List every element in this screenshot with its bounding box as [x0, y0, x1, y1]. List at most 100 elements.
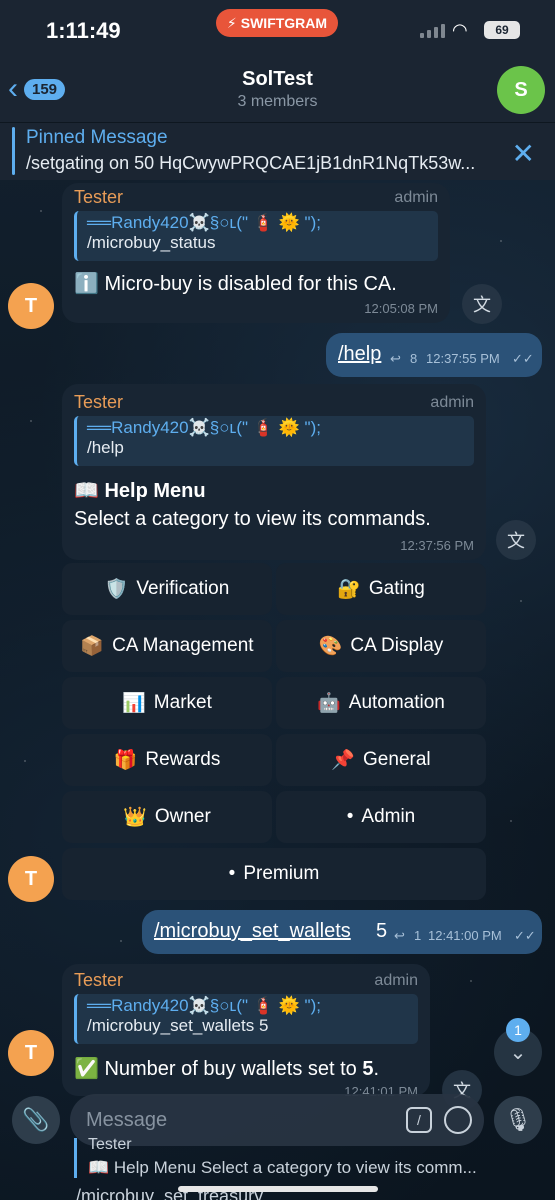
outgoing-message[interactable]: /help ↩ 8 12:37:55 PM ✓✓ [326, 333, 542, 377]
bullet-icon: • [228, 863, 236, 884]
sender-name[interactable]: Tester [74, 187, 123, 208]
signal-icon [420, 24, 445, 38]
message-time: 12:37:56 PM [400, 538, 474, 553]
kb-button-owner[interactable]: 👑 Owner [62, 791, 272, 843]
message-text[interactable]: /help [338, 343, 381, 366]
bullet-icon: • [346, 806, 354, 827]
lock-icon: 🔐 [337, 579, 361, 600]
bot-commands-icon[interactable]: / [406, 1107, 432, 1133]
chat-subtitle: 3 members [237, 93, 318, 110]
reply-count: 1 [414, 928, 422, 943]
bolt-icon: ⚡ [226, 14, 237, 31]
sender-role: admin [394, 189, 438, 206]
chart-icon: 📊 [122, 693, 146, 714]
reply-quote[interactable]: ══Randy420☠️§○ʟ(" 🧯 🌞 "); /help [74, 416, 474, 466]
translate-icon[interactable]: 文 [496, 520, 536, 560]
status-bar: 1:11:49 ⚡ SWIFTGRAM ◠ 69 [0, 0, 555, 60]
button-label: Verification [136, 578, 230, 599]
reply-name: ══Randy420☠️§○ʟ(" 🧯 🌞 "); [87, 213, 321, 232]
reply-name: ══Randy420☠️§○ʟ(" 🧯 🌞 "); [87, 418, 321, 437]
reply-quote[interactable]: ══Randy420☠️§○ʟ(" 🧯 🌞 "); /microbuy_stat… [74, 211, 438, 261]
avatar[interactable]: T [8, 283, 54, 329]
kb-button-general[interactable]: 📌 General [276, 734, 486, 786]
microphone-icon: 🎙 [504, 1107, 532, 1132]
kb-button-gating[interactable]: 🔐 Gating [276, 563, 486, 615]
message-bubble[interactable]: Tester admin ══Randy420☠️§○ʟ(" 🧯 🌞 "); /… [62, 384, 486, 560]
chat-title[interactable]: SolTest [0, 68, 555, 91]
close-icon[interactable]: ✕ [512, 137, 535, 170]
message-time: 12:37:55 PM [426, 351, 500, 366]
reply-arrow-icon: ↩ [394, 928, 405, 943]
outgoing-message[interactable]: /microbuy_set_wallets 5 ↩ 1 12:41:00 PM … [142, 910, 542, 954]
message-bubble[interactable]: Tester admin ══Randy420☠️§○ʟ(" 🧯 🌞 "); /… [62, 183, 450, 323]
avatar[interactable]: T [8, 1030, 54, 1076]
kb-button-premium[interactable]: • Premium [62, 848, 486, 900]
pinned-text: /setgating on 50 HqCwywPRQCAE1jB1dnR1NqT… [26, 153, 476, 173]
kb-button-rewards[interactable]: 🎁 Rewards [62, 734, 272, 786]
button-label: Premium [243, 863, 320, 884]
message-text[interactable]: /microbuy_set_wallets [154, 920, 351, 943]
swiftgram-label: SWIFTGRAM [240, 15, 328, 31]
wifi-icon: ◠ [452, 20, 468, 40]
kb-button-ca-display[interactable]: 🎨 CA Display [276, 620, 486, 672]
sender-name[interactable]: Tester [74, 970, 123, 991]
reply-name: ══Randy420☠️§○ʟ(" 🧯 🌞 "); [87, 996, 321, 1015]
button-label: Gating [368, 578, 425, 599]
reply-preview-name: Tester [88, 1136, 132, 1153]
message-text: Select a category to view its commands. [74, 508, 431, 530]
attach-button[interactable]: 📎 [12, 1096, 60, 1144]
kb-button-ca-management[interactable]: 📦 CA Management [62, 620, 272, 672]
group-avatar[interactable]: S [497, 66, 545, 114]
message-text: ℹ️ Micro-buy is disabled for this CA. [74, 273, 397, 295]
gift-icon: 🎁 [113, 750, 138, 771]
status-time: 1:11:49 [46, 18, 121, 43]
message-suffix: 5 [376, 920, 388, 942]
sender-role: admin [430, 394, 474, 411]
kb-button-market[interactable]: 📊 Market [62, 677, 272, 729]
button-label: CA Display [350, 635, 444, 656]
message-text-prefix: ✅ Number of buy wallets set to [74, 1058, 363, 1080]
crown-icon: 👑 [123, 807, 147, 828]
button-label: Admin [361, 806, 416, 827]
scroll-down-badge: 1 [506, 1018, 530, 1042]
button-label: CA Management [112, 635, 254, 656]
kb-button-admin[interactable]: • Admin [276, 791, 486, 843]
reply-count: 8 [410, 351, 418, 366]
message-input[interactable] [86, 1106, 386, 1134]
sender-name[interactable]: Tester [74, 392, 123, 413]
message-text-bold: 5 [362, 1058, 374, 1080]
pinned-message-bar[interactable]: Pinned Message /setgating on 50 HqCwywPR… [0, 122, 555, 180]
reply-preview-text: 📖 Help Menu Select a category to view it… [88, 1158, 477, 1177]
reply-text: /microbuy_status [87, 233, 216, 252]
message-title: 📖 Help Menu [74, 480, 206, 502]
pinned-title: Pinned Message [26, 127, 168, 148]
chevron-down-icon: ⌄ [509, 1041, 527, 1064]
button-label: General [363, 749, 431, 770]
message-bubble[interactable]: Tester admin ══Randy420☠️§○ʟ(" 🧯 🌞 "); /… [62, 964, 430, 1099]
reply-text: /microbuy_set_wallets 5 [87, 1016, 269, 1035]
sender-role: admin [374, 972, 418, 989]
read-checks-icon: ✓✓ [512, 351, 534, 366]
swiftgram-badge: ⚡ SWIFTGRAM [216, 9, 338, 37]
shield-icon: 🛡️ [104, 579, 129, 600]
reply-preview: Tester 📖 Help Menu Select a category to … [62, 1136, 532, 1184]
sticker-icon[interactable] [444, 1106, 472, 1134]
pin-icon: 📌 [331, 750, 356, 771]
reply-arrow-icon: ↩ [390, 351, 401, 366]
button-label: Rewards [145, 749, 221, 770]
button-label: Automation [348, 692, 445, 713]
avatar[interactable]: T [8, 856, 54, 902]
message-time: 12:41:00 PM [428, 928, 502, 943]
button-label: Owner [154, 806, 211, 827]
kb-button-verification[interactable]: 🛡️ Verification [62, 563, 272, 615]
reply-text: /help [87, 438, 124, 457]
paperclip-icon: 📎 [22, 1107, 50, 1132]
message-time: 12:05:08 PM [364, 301, 438, 316]
translate-icon[interactable]: 文 [462, 284, 502, 324]
reply-preview-indicator [74, 1138, 77, 1178]
kb-button-automation[interactable]: 🤖 Automation [276, 677, 486, 729]
battery-icon: 69 [484, 21, 520, 39]
reply-quote[interactable]: ══Randy420☠️§○ʟ(" 🧯 🌞 "); /microbuy_set_… [74, 994, 418, 1044]
palette-icon: 🎨 [318, 636, 343, 657]
robot-icon: 🤖 [317, 693, 341, 714]
